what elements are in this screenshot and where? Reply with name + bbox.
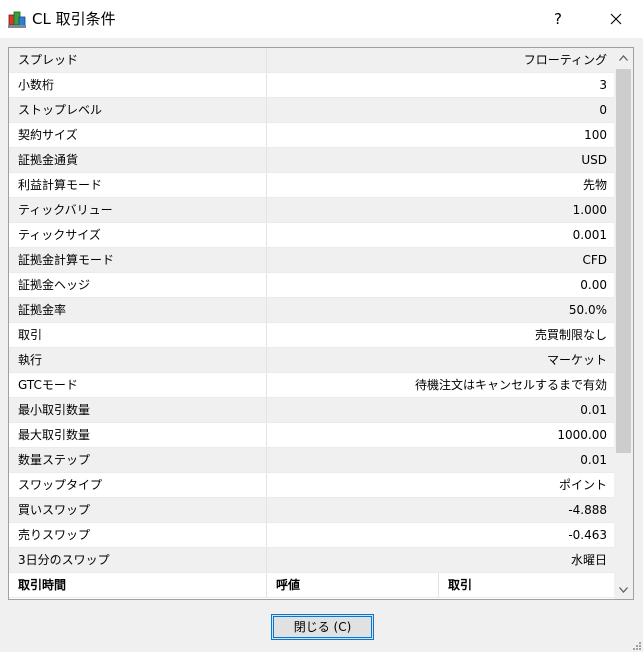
help-icon: ? <box>554 10 562 28</box>
spec-key: ティックバリュー <box>9 198 267 222</box>
scroll-thumb[interactable] <box>616 69 631 453</box>
spec-row[interactable]: 証拠金ヘッジ 0.00 <box>9 273 614 298</box>
spec-value: 50.0% <box>568 303 607 317</box>
scroll-up-button[interactable] <box>614 48 633 67</box>
spec-value: マーケット <box>546 353 607 367</box>
spec-row[interactable]: GTCモード 待機注文はキャンセルするまで有効 <box>9 373 614 398</box>
spec-row[interactable]: 3日分のスワップ 水曜日 <box>9 548 614 573</box>
close-icon <box>610 13 622 25</box>
spec-value: 3 <box>599 78 607 92</box>
spec-key: スワップタイプ <box>9 473 267 497</box>
spec-key: 執行 <box>9 348 267 372</box>
spec-key: 取引 <box>9 323 267 347</box>
chevron-up-icon <box>619 54 628 61</box>
spec-value: USD <box>581 153 607 167</box>
spec-row[interactable]: スプレッド フローティング <box>9 48 614 73</box>
spec-row[interactable]: 数量ステップ 0.01 <box>9 448 614 473</box>
spec-value: 売買制限なし <box>534 328 607 342</box>
spec-key: 証拠金計算モード <box>9 248 267 272</box>
specification-rows: スプレッド フローティング小数桁 3 ストップレベル 0 契約サイズ 100 証拠金通貨 USD… <box>9 48 614 598</box>
spec-key: 利益計算モード <box>9 173 267 197</box>
spec-key: ティックサイズ <box>9 223 267 247</box>
spec-value: フローティング <box>523 53 607 67</box>
spec-value: -4.888 <box>568 503 607 517</box>
spec-value: 1000.00 <box>557 428 607 442</box>
vertical-scrollbar[interactable] <box>614 48 633 599</box>
spec-key: スプレッド <box>9 48 267 72</box>
spec-value: 待機注文はキャンセルするまで有効 <box>414 378 607 392</box>
spec-key: 数量ステップ <box>9 448 267 472</box>
spec-value: 0.00 <box>580 278 607 292</box>
sessions-header-quote[interactable]: 呼値 <box>267 573 439 597</box>
spec-key: 小数桁 <box>9 73 267 97</box>
spec-row[interactable]: ストップレベル 0 <box>9 98 614 123</box>
spec-value: 100 <box>584 128 607 142</box>
spec-value: 1.000 <box>572 203 607 217</box>
spec-row[interactable]: 契約サイズ 100 <box>9 123 614 148</box>
spec-key: 買いスワップ <box>9 498 267 522</box>
spec-key: GTCモード <box>9 373 267 397</box>
spec-key: 売りスワップ <box>9 523 267 547</box>
symbol-specification-table: スプレッド フローティング小数桁 3 ストップレベル 0 契約サイズ 100 証拠金通貨 USD… <box>8 47 634 600</box>
chevron-down-icon <box>619 586 628 593</box>
spec-key: 最小取引数量 <box>9 398 267 422</box>
sessions-header-time[interactable]: 取引時間 <box>9 573 267 597</box>
spec-key: 3日分のスワップ <box>9 548 267 572</box>
spec-row[interactable]: 利益計算モード 先物 <box>9 173 614 198</box>
spec-value: 0.01 <box>580 453 607 467</box>
spec-value: ポイント <box>558 478 607 492</box>
spec-row[interactable]: 小数桁 3 <box>9 73 614 98</box>
scroll-down-button[interactable] <box>614 580 633 599</box>
spec-key: 証拠金ヘッジ <box>9 273 267 297</box>
spec-row[interactable]: 買いスワップ -4.888 <box>9 498 614 523</box>
spec-row[interactable]: 証拠金通貨 USD <box>9 148 614 173</box>
spec-key: 証拠金通貨 <box>9 148 267 172</box>
spec-row[interactable]: 最大取引数量 1000.00 <box>9 423 614 448</box>
sessions-header-row: 取引時間 呼値 取引 <box>9 573 614 598</box>
spec-value: 水曜日 <box>570 553 607 567</box>
spec-row[interactable]: 売りスワップ -0.463 <box>9 523 614 548</box>
close-window-button[interactable] <box>598 4 634 34</box>
spec-key: 契約サイズ <box>9 123 267 147</box>
app-terminal-icon <box>8 11 26 28</box>
help-button[interactable]: ? <box>540 4 576 34</box>
spec-key: 最大取引数量 <box>9 423 267 447</box>
spec-row[interactable]: 証拠金計算モード CFD <box>9 248 614 273</box>
spec-row[interactable]: ティックバリュー 1.000 <box>9 198 614 223</box>
spec-value: CFD <box>582 253 607 267</box>
spec-row[interactable]: スワップタイプ ポイント <box>9 473 614 498</box>
window-title: CL 取引条件 <box>32 10 116 28</box>
spec-row[interactable]: 執行 マーケット <box>9 348 614 373</box>
spec-value: 0.001 <box>572 228 607 242</box>
spec-row[interactable]: ティックサイズ 0.001 <box>9 223 614 248</box>
spec-value: 0.01 <box>580 403 607 417</box>
spec-value: 先物 <box>582 178 607 192</box>
spec-key: ストップレベル <box>9 98 267 122</box>
sessions-header-trade[interactable]: 取引 <box>439 573 614 597</box>
spec-value: 0 <box>599 103 607 117</box>
spec-row[interactable]: 証拠金率 50.0% <box>9 298 614 323</box>
resize-grip-icon[interactable] <box>632 641 642 651</box>
spec-row[interactable]: 最小取引数量 0.01 <box>9 398 614 423</box>
spec-value: -0.463 <box>568 528 607 542</box>
spec-row[interactable]: 取引 売買制限なし <box>9 323 614 348</box>
spec-key: 証拠金率 <box>9 298 267 322</box>
title-bar: CL 取引条件 ? <box>0 0 643 38</box>
close-button[interactable]: 閉じる (C) <box>271 614 374 640</box>
